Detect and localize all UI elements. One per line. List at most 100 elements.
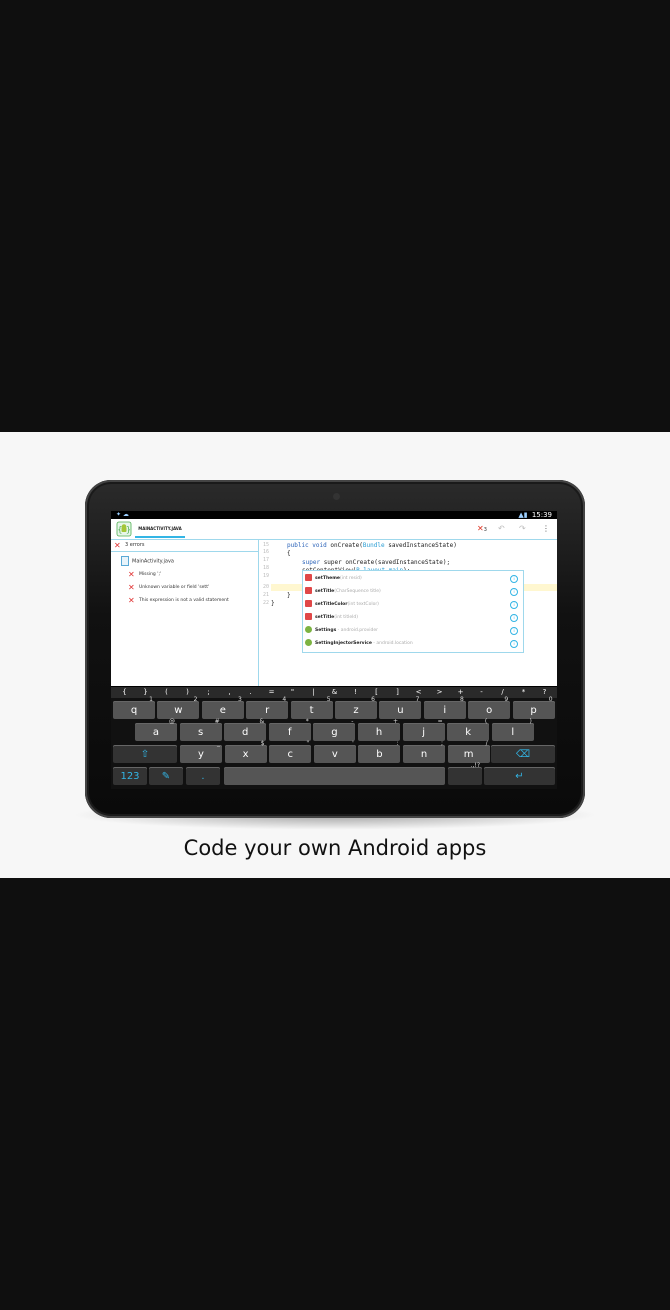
key-l[interactable]: l) xyxy=(491,718,534,741)
autocomplete-popup: setTheme(int resid) i setTitle(CharSeque… xyxy=(302,570,524,653)
key-label: f xyxy=(288,727,292,738)
key-c[interactable]: c " xyxy=(269,740,312,763)
key-label: p xyxy=(530,705,537,716)
key-m[interactable]: m / xyxy=(447,740,490,763)
autocomplete-item[interactable]: setTitleColor(int textColor) i xyxy=(305,598,521,611)
key-secondary-label: ) xyxy=(529,718,532,725)
key-o[interactable]: o9 xyxy=(468,696,511,719)
symbol-key[interactable]: ; xyxy=(198,687,219,698)
key-h[interactable]: h + xyxy=(358,718,400,741)
symbol-key[interactable]: - xyxy=(471,687,492,698)
key-label: ✎ xyxy=(161,771,171,782)
symbol-key[interactable]: ! xyxy=(345,687,366,698)
caption: Code your own Android apps xyxy=(183,836,487,860)
overflow-menu-icon[interactable]: ⋮ xyxy=(542,524,550,533)
key-p[interactable]: p0 xyxy=(512,696,555,719)
key-label: h xyxy=(375,727,383,738)
key-e[interactable]: e3 xyxy=(201,696,244,719)
key-y[interactable]: y _ xyxy=(180,740,222,763)
aide-app-icon[interactable]: { } xyxy=(116,521,132,537)
shift-key[interactable]: ⇧ xyxy=(113,745,177,763)
symbol-key[interactable]: { xyxy=(114,687,135,698)
key-secondary-label: ' xyxy=(352,740,354,747)
autocomplete-item[interactable]: setTheme(int resid) i xyxy=(305,572,521,585)
key-label: d xyxy=(242,727,249,738)
key-g[interactable]: g- xyxy=(313,718,356,741)
autocomplete-item[interactable]: setTitle(int titleId) i xyxy=(305,611,521,624)
symbol-key[interactable]: , xyxy=(219,687,240,698)
symbol-key[interactable]: [ xyxy=(366,687,387,698)
front-camera xyxy=(333,493,340,500)
key-w[interactable]: w2 xyxy=(157,696,200,719)
key-secondary-label: 5 xyxy=(326,696,331,703)
key-t[interactable]: t5 xyxy=(290,696,333,719)
key-f[interactable]: f * xyxy=(268,718,311,741)
key-label: j xyxy=(422,727,425,738)
key-r[interactable]: r4 xyxy=(246,696,289,719)
autocomplete-item[interactable]: SettingInjectorService - android.locatio… xyxy=(305,637,521,650)
key-z[interactable]: z6 xyxy=(335,696,377,719)
key-label: . xyxy=(201,771,205,782)
error-count-button[interactable]: ✕3 xyxy=(477,524,487,533)
error-item[interactable]: ✕ Unknown variable or field 'sett' xyxy=(128,583,209,592)
key-secondary-label: + xyxy=(392,718,398,725)
key-label: x xyxy=(242,749,249,760)
key-s[interactable]: s # xyxy=(179,718,222,741)
line-number-gutter: 15 16 17 18 19 20 21 22 xyxy=(259,540,271,686)
swype-key[interactable]: ✎ xyxy=(149,767,183,785)
line-number: 22 xyxy=(262,600,269,606)
enter-key[interactable]: ↵ xyxy=(484,767,555,785)
info-icon[interactable]: i xyxy=(510,640,518,648)
key-secondary-label: & xyxy=(259,718,265,725)
code-line: } xyxy=(271,600,275,607)
info-icon[interactable]: i xyxy=(510,601,518,609)
symbol-key[interactable]: = xyxy=(261,687,282,698)
info-icon[interactable]: i xyxy=(510,627,518,635)
key-u[interactable]: u7 xyxy=(379,696,422,719)
symbol-key[interactable]: | xyxy=(303,687,324,698)
space-bar[interactable] xyxy=(224,767,445,785)
key-label: i xyxy=(443,705,447,716)
key-i[interactable]: i8 xyxy=(423,696,466,719)
tab-indicator xyxy=(135,536,185,538)
key-j[interactable]: j = xyxy=(402,718,445,741)
error-panel-header[interactable]: ✕ 3 errors xyxy=(111,540,258,552)
autocomplete-item[interactable]: setTitle(CharSequence title) i xyxy=(305,585,521,598)
key-label: 123 xyxy=(120,771,140,782)
backspace-key[interactable]: ⌫ xyxy=(491,745,555,763)
key-label: v xyxy=(331,749,338,760)
undo-icon[interactable]: ↶ xyxy=(498,524,505,533)
error-panel: ✕ 3 errors MainActivity.java ✕ Missing '… xyxy=(111,540,259,686)
key-v[interactable]: v ' xyxy=(313,740,356,763)
code-line: } xyxy=(287,592,291,599)
symbol-key[interactable]: ] xyxy=(387,687,408,698)
symbol-key[interactable]: ( xyxy=(156,687,177,698)
symbol-key[interactable]: * xyxy=(513,687,534,698)
key-b[interactable]: b: xyxy=(358,740,401,763)
key-secondary-label: $ xyxy=(260,740,265,747)
key-k[interactable]: k( xyxy=(447,718,490,741)
redo-icon[interactable]: ↷ xyxy=(519,524,526,533)
code-line: { xyxy=(287,550,291,557)
numbers-key[interactable]: 123 xyxy=(113,767,147,785)
symbol-key[interactable]: . xyxy=(240,687,261,698)
symbol-key[interactable]: / xyxy=(492,687,513,698)
info-icon[interactable]: i xyxy=(510,575,518,583)
key-n[interactable]: n; xyxy=(403,740,445,763)
punctuation-key[interactable]: .,!? xyxy=(448,762,482,785)
autocomplete-item[interactable]: Settings - android.provider i xyxy=(305,624,521,637)
class-icon xyxy=(305,639,312,646)
symbol-key[interactable]: > xyxy=(429,687,450,698)
error-item[interactable]: ✕ Missing ';' xyxy=(128,570,161,579)
info-icon[interactable]: i xyxy=(510,588,518,596)
error-file-row[interactable]: MainActivity.java xyxy=(121,556,174,566)
key-x[interactable]: x $ xyxy=(224,740,267,763)
period-key[interactable]: . xyxy=(186,767,220,785)
key-label: k xyxy=(465,727,472,738)
error-item[interactable]: ✕ This expression is not a valid stateme… xyxy=(128,596,229,605)
key-q[interactable]: q1 xyxy=(113,696,155,719)
info-icon[interactable]: i xyxy=(510,614,518,622)
key-label: s xyxy=(197,727,204,738)
key-secondary-label: 4 xyxy=(282,696,287,703)
key-a[interactable]: a @ xyxy=(135,718,177,741)
